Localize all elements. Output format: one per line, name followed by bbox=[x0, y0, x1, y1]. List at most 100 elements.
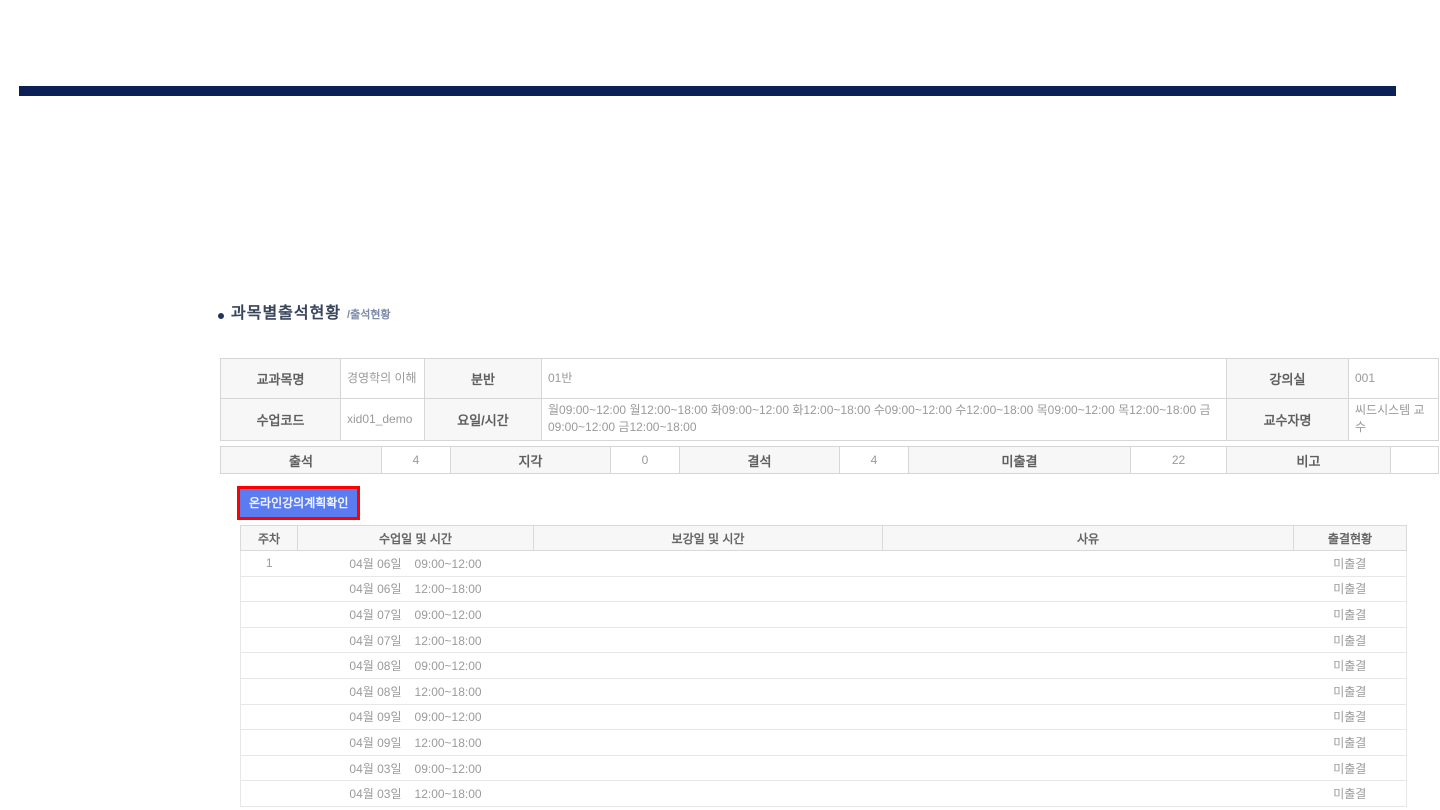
absent-label: 결석 bbox=[680, 447, 840, 474]
status-cell: 미출결 bbox=[1294, 755, 1407, 781]
status-cell: 미출결 bbox=[1294, 551, 1407, 577]
professor-label: 교수자명 bbox=[1227, 399, 1349, 441]
makeup-datetime-cell bbox=[534, 755, 883, 781]
makeup-datetime-cell bbox=[534, 576, 883, 602]
col-header-reason: 사유 bbox=[883, 526, 1294, 551]
course-name-value: 경영학의 이해 bbox=[341, 359, 425, 399]
class-time: 09:00~12:00 bbox=[415, 557, 482, 571]
class-date: 04월 07일 bbox=[349, 606, 401, 623]
page-title: 과목별출석현황 /출석현황 bbox=[218, 299, 391, 323]
status-cell: 미출결 bbox=[1294, 602, 1407, 628]
class-datetime-cell: 04월 07일 09:00~12:00 bbox=[298, 602, 534, 628]
class-date: 04월 09일 bbox=[349, 708, 401, 725]
class-datetime-cell: 04월 09일 12:00~18:00 bbox=[298, 730, 534, 756]
table-row: 출석 4 지각 0 결석 4 미출결 22 비고 bbox=[221, 447, 1439, 474]
class-date: 04월 06일 bbox=[349, 555, 401, 572]
table-row: 04월 09일 09:00~12:00 미출결 bbox=[241, 704, 1407, 730]
table-row: 04월 09일 12:00~18:00 미출결 bbox=[241, 730, 1407, 756]
click-target-highlight: 온라인강의계획확인 bbox=[237, 486, 360, 520]
late-count: 0 bbox=[611, 447, 680, 474]
attendance-detail-table: 주차 수업일 및 시간 보강일 및 시간 사유 출결현황 1 04월 06일09… bbox=[240, 525, 1407, 807]
class-date: 04월 09일 bbox=[349, 734, 401, 751]
class-datetime-cell: 04월 08일 09:00~12:00 bbox=[298, 653, 534, 679]
note-value bbox=[1391, 447, 1439, 474]
status-cell: 미출결 bbox=[1294, 781, 1407, 807]
class-time: 12:00~18:00 bbox=[415, 787, 482, 801]
table-row: 1 04월 06일09:00~12:00 미출결 bbox=[241, 551, 1407, 577]
table-row: 수업코드 xid01_demo 요일/시간 월09:00~12:00 월12:0… bbox=[221, 399, 1439, 441]
table-row: 04월 06일12:00~18:00 미출결 bbox=[241, 576, 1407, 602]
class-datetime-cell: 04월 06일12:00~18:00 bbox=[298, 576, 534, 602]
class-time: 12:00~18:00 bbox=[415, 634, 482, 648]
late-label: 지각 bbox=[451, 447, 611, 474]
reason-cell bbox=[883, 704, 1294, 730]
status-cell: 미출결 bbox=[1294, 627, 1407, 653]
col-header-status: 출결현황 bbox=[1294, 526, 1407, 551]
class-date: 04월 08일 bbox=[349, 683, 401, 700]
reason-cell bbox=[883, 653, 1294, 679]
section-value: 01반 bbox=[542, 359, 1227, 399]
page-title-breadcrumb: /출석현황 bbox=[347, 306, 391, 322]
class-time: 09:00~12:00 bbox=[415, 710, 482, 724]
table-row: 04월 08일12:00~18:00 미출결 bbox=[241, 678, 1407, 704]
attendance-summary-table: 출석 4 지각 0 결석 4 미출결 22 비고 bbox=[220, 446, 1439, 474]
week-cell bbox=[241, 576, 298, 602]
week-cell bbox=[241, 678, 298, 704]
status-cell: 미출결 bbox=[1294, 730, 1407, 756]
unrecorded-label: 미출결 bbox=[909, 447, 1131, 474]
table-row: 04월 07일 12:00~18:00 미출결 bbox=[241, 627, 1407, 653]
attendance-status-page: 과목별출석현황 /출석현황 교과목명 경영학의 이해 분반 01반 강의실 00… bbox=[0, 0, 1440, 810]
note-label: 비고 bbox=[1227, 447, 1391, 474]
class-date: 04월 03일 bbox=[349, 785, 401, 802]
class-time: 09:00~12:00 bbox=[415, 608, 482, 622]
section-label: 분반 bbox=[425, 359, 542, 399]
attended-count: 4 bbox=[382, 447, 451, 474]
makeup-datetime-cell bbox=[534, 627, 883, 653]
class-time: 12:00~18:00 bbox=[415, 736, 482, 750]
week-cell bbox=[241, 781, 298, 807]
top-accent-bar bbox=[19, 86, 1396, 96]
reason-cell bbox=[883, 678, 1294, 704]
course-name-label: 교과목명 bbox=[221, 359, 341, 399]
table-row: 04월 03일09:00~12:00 미출결 bbox=[241, 755, 1407, 781]
classroom-value: 001 bbox=[1349, 359, 1439, 399]
reason-cell bbox=[883, 781, 1294, 807]
reason-cell bbox=[883, 576, 1294, 602]
table-row: 04월 03일 12:00~18:00 미출결 bbox=[241, 781, 1407, 807]
class-datetime-cell: 04월 03일 12:00~18:00 bbox=[298, 781, 534, 807]
table-row: 교과목명 경영학의 이해 분반 01반 강의실 001 bbox=[221, 359, 1439, 399]
class-date: 04월 08일 bbox=[349, 657, 401, 674]
makeup-datetime-cell bbox=[534, 551, 883, 577]
status-cell: 미출결 bbox=[1294, 704, 1407, 730]
status-cell: 미출결 bbox=[1294, 576, 1407, 602]
reason-cell bbox=[883, 602, 1294, 628]
reason-cell bbox=[883, 730, 1294, 756]
col-header-week: 주차 bbox=[241, 526, 298, 551]
week-cell bbox=[241, 755, 298, 781]
class-date: 04월 07일 bbox=[349, 632, 401, 649]
reason-cell bbox=[883, 627, 1294, 653]
course-info-table: 교과목명 경영학의 이해 분반 01반 강의실 001 수업코드 xid01_d… bbox=[220, 358, 1439, 441]
classroom-label: 강의실 bbox=[1227, 359, 1349, 399]
makeup-datetime-cell bbox=[534, 602, 883, 628]
table-row: 04월 08일 09:00~12:00 미출결 bbox=[241, 653, 1407, 679]
reason-cell bbox=[883, 755, 1294, 781]
schedule-value: 월09:00~12:00 월12:00~18:00 화09:00~12:00 화… bbox=[542, 399, 1227, 441]
col-header-makeup-datetime: 보강일 및 시간 bbox=[534, 526, 883, 551]
unrecorded-count: 22 bbox=[1131, 447, 1227, 474]
makeup-datetime-cell bbox=[534, 704, 883, 730]
makeup-datetime-cell bbox=[534, 730, 883, 756]
class-time: 09:00~12:00 bbox=[415, 659, 482, 673]
week-cell bbox=[241, 730, 298, 756]
class-datetime-cell: 04월 09일 09:00~12:00 bbox=[298, 704, 534, 730]
col-header-class-datetime: 수업일 및 시간 bbox=[298, 526, 534, 551]
makeup-datetime-cell bbox=[534, 781, 883, 807]
week-cell bbox=[241, 704, 298, 730]
online-lecture-plan-button[interactable]: 온라인강의계획확인 bbox=[240, 489, 357, 517]
absent-count: 4 bbox=[840, 447, 909, 474]
page-title-text: 과목별출석현황 bbox=[231, 299, 341, 323]
table-header-row: 주차 수업일 및 시간 보강일 및 시간 사유 출결현황 bbox=[241, 526, 1407, 551]
status-cell: 미출결 bbox=[1294, 653, 1407, 679]
status-cell: 미출결 bbox=[1294, 678, 1407, 704]
week-cell bbox=[241, 627, 298, 653]
